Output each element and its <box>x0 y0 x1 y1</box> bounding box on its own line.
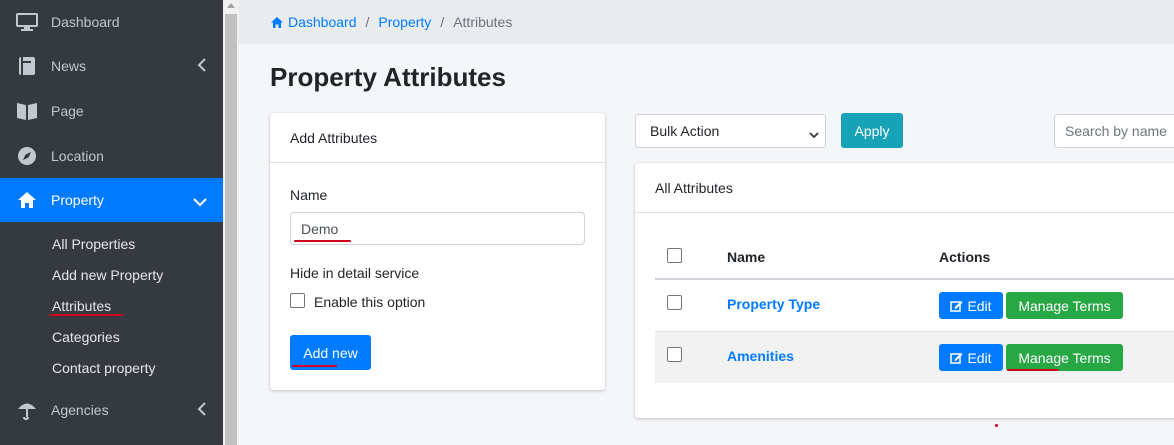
sidebar-item-label: Agencies <box>51 402 109 418</box>
chevron-down-icon <box>809 126 819 142</box>
annotation-underline <box>294 240 351 242</box>
annotation-underline <box>292 365 337 367</box>
desktop-icon <box>16 11 38 33</box>
sidebar-subitem-categories[interactable]: Categories <box>52 329 120 345</box>
attribute-name-link[interactable]: Amenities <box>727 348 794 364</box>
sidebar-item-news[interactable]: News <box>0 44 223 88</box>
breadcrumb-separator: / <box>365 14 370 30</box>
breadcrumb-bar: Dashboard / Property / Attributes <box>239 0 1174 44</box>
search-input[interactable]: Search by name <box>1054 114 1174 148</box>
compass-icon <box>16 145 38 167</box>
edit-label: Edit <box>967 349 992 366</box>
attribute-name-link[interactable]: Property Type <box>727 296 820 312</box>
book-icon <box>16 55 38 77</box>
select-all-checkbox[interactable] <box>667 248 682 263</box>
bulk-action-value: Bulk Action <box>650 123 720 139</box>
breadcrumb-dashboard-link[interactable]: Dashboard <box>288 14 357 30</box>
chevron-down-icon <box>193 194 207 210</box>
sidebar-scrollbar[interactable] <box>223 0 239 445</box>
add-attributes-card: Add Attributes Name Demo Hide in detail … <box>270 113 605 390</box>
card-header: Add Attributes <box>270 113 605 163</box>
sidebar-item-dashboard[interactable]: Dashboard <box>0 0 223 44</box>
apply-button[interactable]: Apply <box>841 113 903 148</box>
umbrella-icon <box>16 399 38 421</box>
edit-label: Edit <box>967 297 992 314</box>
manage-terms-button[interactable]: Manage Terms <box>1006 344 1123 371</box>
header-divider <box>655 278 1174 280</box>
breadcrumb: Dashboard / Property / Attributes <box>271 14 512 30</box>
chevron-left-icon <box>197 402 207 419</box>
chevron-left-icon <box>197 58 207 75</box>
sidebar-subitem-all-properties[interactable]: All Properties <box>52 236 135 252</box>
sidebar: Dashboard News Page Location Property Al… <box>0 0 223 445</box>
enable-option-checkbox[interactable] <box>290 293 305 308</box>
sidebar-subitem-contact-property[interactable]: Contact property <box>52 360 156 376</box>
annotation-dot <box>995 424 998 427</box>
book-open-icon <box>16 100 38 122</box>
edit-button[interactable]: Edit <box>939 344 1003 371</box>
breadcrumb-property-link[interactable]: Property <box>378 14 431 30</box>
annotation-underline <box>1007 369 1059 371</box>
sidebar-item-property[interactable]: Property <box>0 178 223 222</box>
row-checkbox[interactable] <box>667 295 682 310</box>
sidebar-item-label: Page <box>51 103 84 119</box>
manage-terms-button[interactable]: Manage Terms <box>1006 292 1123 319</box>
sidebar-item-agencies[interactable]: Agencies <box>0 388 223 432</box>
sidebar-item-location[interactable]: Location <box>0 134 223 178</box>
bulk-action-select[interactable]: Bulk Action <box>635 114 826 148</box>
all-attributes-card: All Attributes Name Actions Property Typ… <box>635 163 1174 418</box>
sidebar-subitem-attributes[interactable]: Attributes <box>52 298 111 314</box>
home-icon <box>271 16 283 28</box>
annotation-underline <box>49 314 123 316</box>
enable-option-label[interactable]: Enable this option <box>314 294 425 310</box>
scroll-up-icon[interactable] <box>227 3 235 8</box>
breadcrumb-separator: / <box>440 14 445 30</box>
column-header-actions: Actions <box>939 249 991 265</box>
edit-icon <box>950 352 963 364</box>
breadcrumb-current: Attributes <box>453 14 513 30</box>
sidebar-item-label: Dashboard <box>51 14 120 30</box>
home-icon <box>16 189 38 211</box>
column-header-name[interactable]: Name <box>727 249 765 265</box>
sidebar-subitem-add-new-property[interactable]: Add new Property <box>52 267 163 283</box>
sidebar-item-label: Location <box>51 148 104 164</box>
scrollbar-thumb[interactable] <box>225 14 237 445</box>
sidebar-item-label: News <box>51 58 87 74</box>
edit-button[interactable]: Edit <box>939 292 1003 319</box>
sidebar-item-label: Property <box>51 192 104 208</box>
hide-label: Hide in detail service <box>290 265 420 281</box>
name-label: Name <box>290 187 328 203</box>
page-title: Property Attributes <box>270 62 506 92</box>
edit-icon <box>950 300 963 312</box>
sidebar-item-page[interactable]: Page <box>0 89 223 133</box>
card-header: All Attributes <box>635 163 1174 213</box>
row-checkbox[interactable] <box>667 347 682 362</box>
